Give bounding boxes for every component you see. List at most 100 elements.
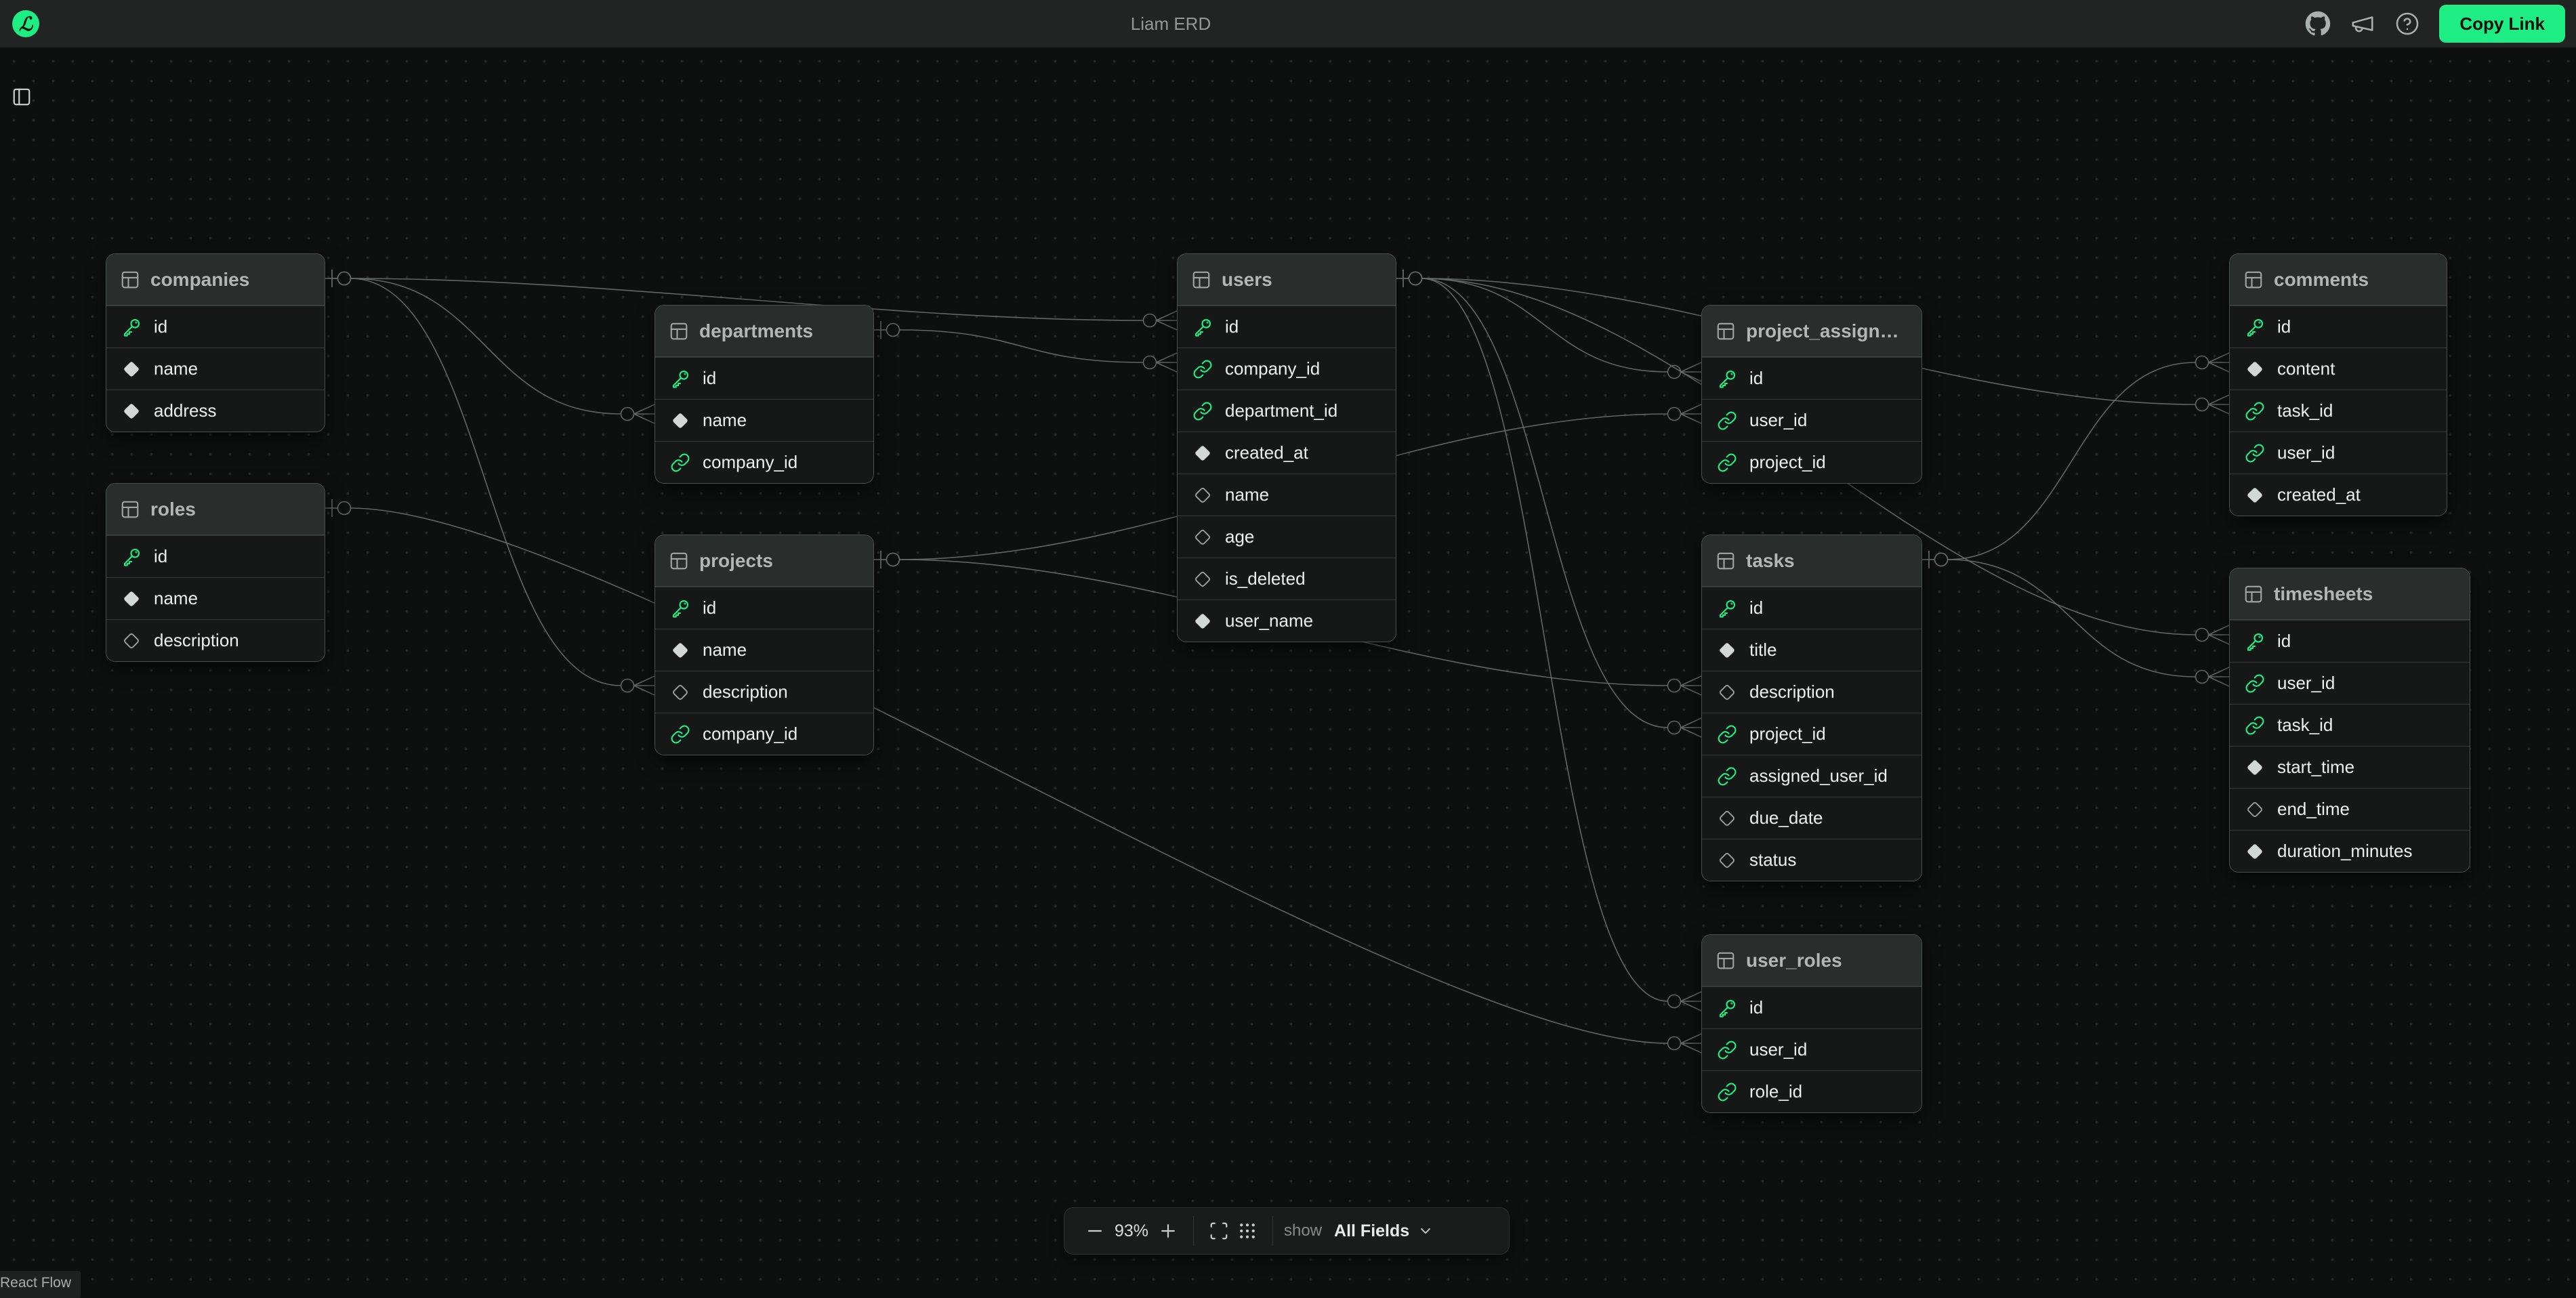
column-row-timesheets-duration_minutes[interactable]: duration_minutes [2230, 830, 2470, 872]
column-row-tasks-title[interactable]: title [1702, 629, 1921, 671]
column-row-comments-content[interactable]: content [2230, 348, 2447, 390]
diamond-filled-icon [670, 640, 690, 661]
column-row-projects-id[interactable]: id [655, 587, 873, 629]
column-row-comments-user_id[interactable]: user_id [2230, 432, 2447, 474]
column-row-user_roles-role_id[interactable]: role_id [1702, 1070, 1921, 1112]
column-name: name [154, 588, 198, 609]
column-row-timesheets-start_time[interactable]: start_time [2230, 746, 2470, 788]
column-row-tasks-project_id[interactable]: project_id [1702, 713, 1921, 755]
table-roles[interactable]: roles id name description [106, 483, 325, 662]
column-row-users-is_deleted[interactable]: is_deleted [1178, 558, 1396, 600]
fields-filter-dropdown[interactable]: All Fields [1334, 1221, 1434, 1241]
column-name: id [1749, 997, 1763, 1018]
column-row-users-user_name[interactable]: user_name [1178, 600, 1396, 642]
diamond-filled-icon [121, 401, 142, 421]
column-row-projects-company_id[interactable]: company_id [655, 713, 873, 755]
column-name: description [703, 682, 788, 703]
column-row-project_assignments-project_id[interactable]: project_id [1702, 441, 1921, 483]
erd-canvas[interactable] [0, 47, 2576, 1294]
column-row-user_roles-user_id[interactable]: user_id [1702, 1028, 1921, 1070]
table-projects[interactable]: projects id name description company_id [655, 535, 874, 755]
column-row-departments-name[interactable]: name [655, 399, 873, 441]
column-row-departments-company_id[interactable]: company_id [655, 441, 873, 483]
column-row-tasks-assigned_user_id[interactable]: assigned_user_id [1702, 755, 1921, 797]
column-name: content [2277, 358, 2335, 379]
column-row-projects-name[interactable]: name [655, 629, 873, 671]
copy-link-button[interactable]: Copy Link [2439, 5, 2565, 43]
column-row-roles-description[interactable]: description [106, 619, 325, 661]
column-row-projects-description[interactable]: description [655, 671, 873, 713]
table-header: departments [655, 306, 873, 357]
column-name: company_id [1225, 358, 1320, 379]
column-row-tasks-due_date[interactable]: due_date [1702, 797, 1921, 839]
table-comments[interactable]: comments id content task_id user_id crea… [2229, 253, 2447, 516]
table-user_roles[interactable]: user_roles id user_id role_id [1701, 934, 1922, 1113]
table-header: comments [2230, 254, 2447, 306]
table-users[interactable]: users id company_id department_id create… [1177, 253, 1396, 642]
column-row-comments-task_id[interactable]: task_id [2230, 390, 2447, 432]
column-row-project_assignments-id[interactable]: id [1702, 357, 1921, 399]
tidy-up-button[interactable] [1233, 1217, 1262, 1245]
table-departments[interactable]: departments id name company_id [655, 305, 874, 484]
zoom-in-button[interactable] [1154, 1217, 1182, 1245]
table-name: users [1222, 269, 1272, 291]
column-name: description [154, 630, 239, 651]
column-row-timesheets-user_id[interactable]: user_id [2230, 662, 2470, 704]
column-row-user_roles-id[interactable]: id [1702, 986, 1921, 1028]
column-row-roles-id[interactable]: id [106, 535, 325, 577]
table-header: roles [106, 484, 325, 535]
column-row-users-company_id[interactable]: company_id [1178, 348, 1396, 390]
column-row-comments-id[interactable]: id [2230, 306, 2447, 348]
column-row-timesheets-task_id[interactable]: task_id [2230, 704, 2470, 746]
github-icon[interactable] [2305, 11, 2331, 37]
zoom-out-button[interactable] [1081, 1217, 1109, 1245]
column-row-companies-address[interactable]: address [106, 390, 325, 432]
column-row-timesheets-end_time[interactable]: end_time [2230, 788, 2470, 830]
panel-left-toggle-icon[interactable] [12, 87, 32, 107]
diamond-filled-icon [2245, 485, 2265, 505]
primary-key-icon [1717, 369, 1737, 389]
top-bar: ℒ Liam ERD Copy Link [0, 0, 2576, 47]
column-row-tasks-description[interactable]: description [1702, 671, 1921, 713]
liam-logo[interactable]: ℒ [12, 10, 39, 37]
table-companies[interactable]: companies id name address [106, 253, 325, 432]
column-row-project_assignments-user_id[interactable]: user_id [1702, 399, 1921, 441]
column-row-users-age[interactable]: age [1178, 516, 1396, 558]
column-row-companies-id[interactable]: id [106, 306, 325, 348]
react-flow-attribution[interactable]: React Flow [0, 1271, 81, 1298]
column-row-users-created_at[interactable]: created_at [1178, 432, 1396, 474]
megaphone-icon[interactable] [2350, 11, 2375, 37]
show-label: show [1284, 1221, 1322, 1240]
column-row-departments-id[interactable]: id [655, 357, 873, 399]
column-row-timesheets-id[interactable]: id [2230, 620, 2470, 662]
primary-key-icon [1192, 317, 1213, 337]
help-icon[interactable] [2394, 11, 2420, 37]
foreign-key-icon [670, 724, 690, 745]
column-name: description [1749, 682, 1835, 703]
column-name: company_id [703, 724, 797, 745]
column-row-users-name[interactable]: name [1178, 474, 1396, 516]
column-name: name [703, 410, 747, 431]
diamond-outline-icon [1717, 850, 1737, 871]
primary-key-icon [2245, 631, 2265, 652]
table-icon [669, 551, 689, 571]
column-row-users-department_id[interactable]: department_id [1178, 390, 1396, 432]
column-row-tasks-status[interactable]: status [1702, 839, 1921, 881]
table-icon [2243, 584, 2264, 604]
table-icon [1716, 321, 1736, 341]
column-row-comments-created_at[interactable]: created_at [2230, 474, 2447, 516]
zoom-level: 93% [1109, 1221, 1154, 1241]
chevron-down-icon [1417, 1223, 1434, 1239]
table-project_assignments[interactable]: project_assignme... id user_id project_i… [1701, 305, 1922, 484]
column-name: due_date [1749, 808, 1823, 829]
diamond-outline-icon [2245, 799, 2265, 820]
table-icon [120, 499, 140, 520]
column-row-users-id[interactable]: id [1178, 306, 1396, 348]
fit-view-button[interactable] [1205, 1217, 1233, 1245]
table-header: timesheets [2230, 568, 2470, 620]
column-row-roles-name[interactable]: name [106, 577, 325, 619]
column-row-companies-name[interactable]: name [106, 348, 325, 390]
table-tasks[interactable]: tasks id title description project_id as… [1701, 535, 1922, 881]
column-row-tasks-id[interactable]: id [1702, 587, 1921, 629]
table-timesheets[interactable]: timesheets id user_id task_id start_time… [2229, 568, 2470, 873]
